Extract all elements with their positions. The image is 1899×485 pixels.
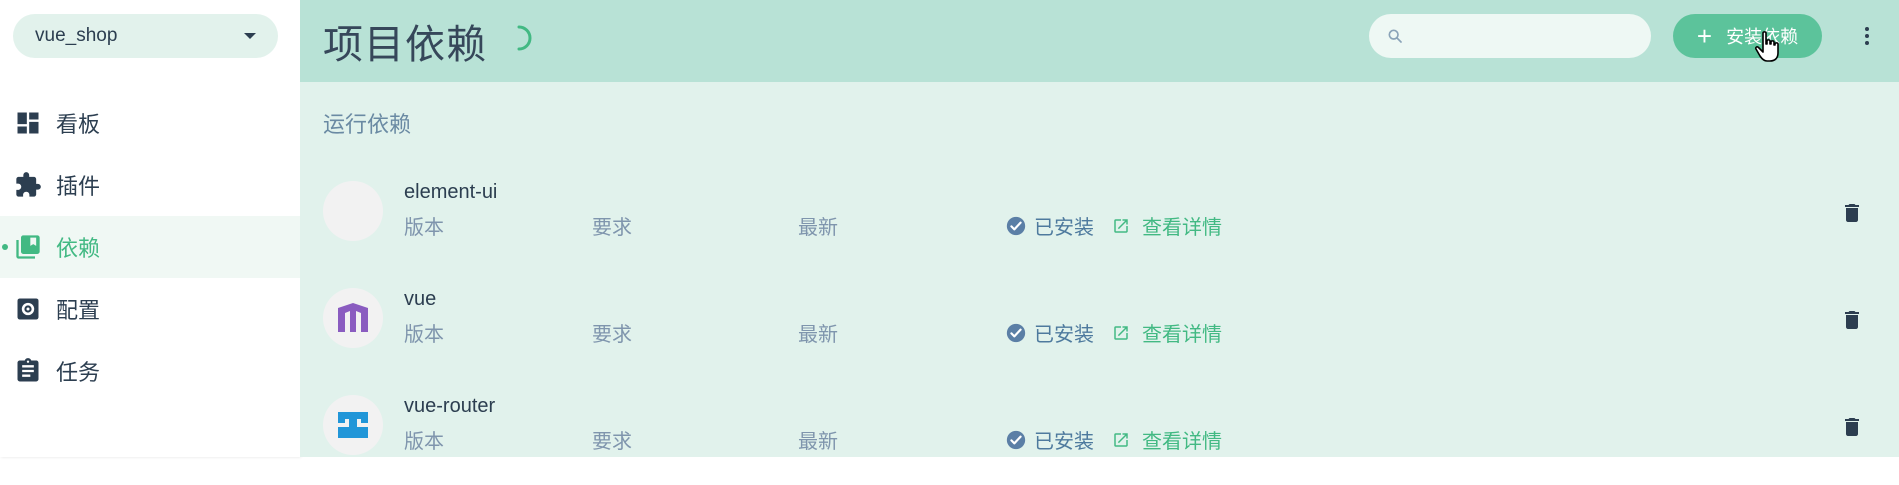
sidebar-item-dashboard[interactable]: 看板 xyxy=(0,92,300,154)
latest-label: 最新 xyxy=(798,431,838,453)
version-label: 版本 xyxy=(404,217,444,239)
sidebar-item-label: 插件 xyxy=(56,174,101,199)
puzzle-icon xyxy=(14,171,42,199)
sidebar: vue_shop 看板 插件 依赖 配置 任务 xyxy=(0,0,300,457)
view-details-link[interactable]: 查看详情 xyxy=(1112,425,1222,454)
wanted-label: 要求 xyxy=(592,324,632,346)
project-name: vue_shop xyxy=(35,25,118,46)
sidebar-item-configuration[interactable]: 配置 xyxy=(0,278,300,340)
search-field[interactable] xyxy=(1369,14,1651,58)
hand-pointer-cursor-icon xyxy=(1754,31,1779,62)
check-circle-icon xyxy=(1006,323,1026,342)
open-in-new-icon xyxy=(1114,325,1128,340)
vue-router-logo-icon xyxy=(338,412,368,438)
installed-label: 已安装 xyxy=(1034,431,1094,453)
search-icon xyxy=(1388,29,1402,43)
plus-icon: + xyxy=(1696,21,1713,51)
more-options-icon[interactable] xyxy=(1855,22,1879,50)
view-details-label: 查看详情 xyxy=(1142,217,1222,239)
active-indicator xyxy=(2,244,8,250)
version-label: 版本 xyxy=(404,324,444,346)
dashboard-icon xyxy=(14,109,42,137)
vue-logo xyxy=(323,288,383,348)
list-item: element-ui 版本 要求 最新 已安装 查看详情 xyxy=(300,181,1899,271)
sidebar-item-dependencies[interactable]: 依赖 xyxy=(0,216,300,278)
installed-status: 已安装 xyxy=(1006,318,1094,347)
library-books-icon xyxy=(14,233,42,261)
list-item: vue 版本 要求 最新 已安装 查看详情 xyxy=(300,288,1899,378)
installed-status: 已安装 xyxy=(1006,211,1094,240)
delete-icon[interactable] xyxy=(1840,308,1864,332)
list-item: vue-router 版本 要求 最新 已安装 查看详情 xyxy=(300,395,1899,485)
vue-logo-icon xyxy=(338,303,368,332)
sidebar-item-tasks[interactable]: 任务 xyxy=(0,340,300,402)
latest-label: 最新 xyxy=(798,217,838,239)
dependencies-panel: 运行依赖 element-ui 版本 要求 最新 已安装 查看详情 vue 版本… xyxy=(300,82,1899,457)
latest-label: 最新 xyxy=(798,324,838,346)
project-selector[interactable]: vue_shop xyxy=(13,14,278,58)
page-title: 项目依赖 xyxy=(323,23,487,67)
installed-status: 已安装 xyxy=(1006,425,1094,454)
clipboard-icon xyxy=(14,357,42,385)
view-details-label: 查看详情 xyxy=(1142,324,1222,346)
open-in-new-icon xyxy=(1114,432,1128,447)
delete-icon[interactable] xyxy=(1840,415,1864,439)
view-details-label: 查看详情 xyxy=(1142,431,1222,453)
view-details-link[interactable]: 查看详情 xyxy=(1112,318,1222,347)
settings-box-icon xyxy=(14,295,42,323)
wanted-label: 要求 xyxy=(592,431,632,453)
installed-label: 已安装 xyxy=(1034,217,1094,239)
sidebar-item-label: 任务 xyxy=(56,360,101,385)
dependency-name: element-ui xyxy=(404,181,498,203)
sidebar-item-label: 配置 xyxy=(56,298,101,323)
open-in-new-icon xyxy=(1114,218,1128,233)
vue-router-logo xyxy=(323,395,383,455)
page-header: 项目依赖 + 安装依赖 xyxy=(300,0,1899,82)
sidebar-item-label: 依赖 xyxy=(56,236,101,261)
view-details-link[interactable]: 查看详情 xyxy=(1112,211,1222,240)
check-circle-icon xyxy=(1006,430,1026,449)
delete-icon[interactable] xyxy=(1840,201,1864,225)
install-dependency-button[interactable]: + 安装依赖 xyxy=(1673,14,1822,58)
chevron-down-icon xyxy=(244,33,256,39)
sidebar-nav: 看板 插件 依赖 配置 任务 xyxy=(0,92,300,402)
sidebar-item-plugins[interactable]: 插件 xyxy=(0,154,300,216)
sidebar-item-label: 看板 xyxy=(56,112,101,137)
package-logo-blank xyxy=(323,181,383,241)
dependency-name: vue-router xyxy=(404,395,496,417)
check-circle-icon xyxy=(1006,216,1026,235)
section-title: 运行依赖 xyxy=(323,112,412,137)
dependency-name: vue xyxy=(404,288,437,310)
installed-label: 已安装 xyxy=(1034,324,1094,346)
version-label: 版本 xyxy=(404,431,444,453)
loading-spinner-icon xyxy=(517,25,532,51)
search-input[interactable] xyxy=(1413,24,1651,48)
wanted-label: 要求 xyxy=(592,217,632,239)
